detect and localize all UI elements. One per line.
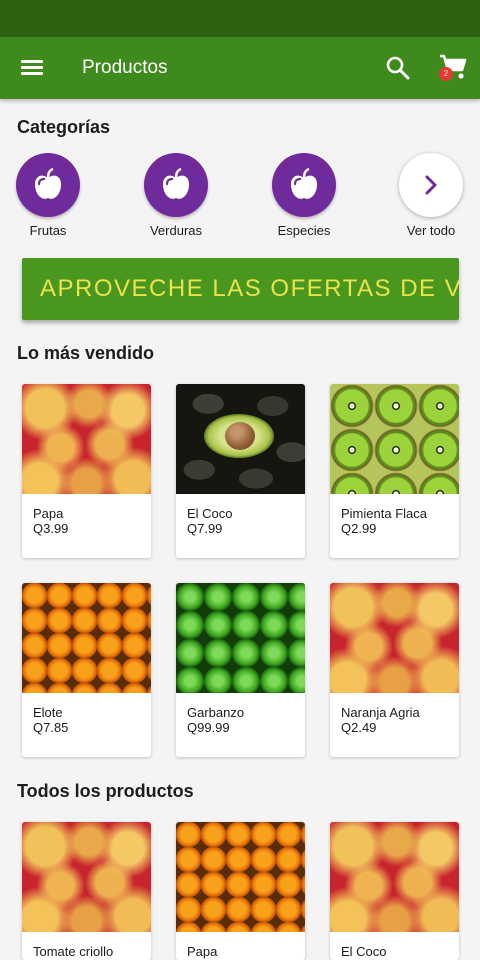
- product-card[interactable]: Pimienta Flaca Q2.99: [330, 384, 459, 558]
- product-card[interactable]: El Coco: [330, 822, 459, 960]
- product-card[interactable]: Tomate criollo: [22, 822, 151, 960]
- category-label: Ver todo: [406, 223, 456, 238]
- page-title: Productos: [82, 57, 168, 78]
- categories-title: Categorías: [17, 117, 111, 137]
- cart-badge: 2: [439, 67, 453, 81]
- app-bar: Productos 2: [0, 37, 480, 99]
- product-price: Q7.99: [187, 521, 223, 536]
- product-card[interactable]: Naranja Agria Q2.49: [330, 583, 459, 757]
- category-label: Frutas: [29, 223, 67, 238]
- product-price: Q99.99: [187, 720, 230, 735]
- chevron-right-icon: [425, 175, 437, 195]
- search-icon[interactable]: [384, 54, 412, 82]
- product-name: Papa: [187, 944, 218, 959]
- best-sellers-title: Lo más vendido: [17, 343, 155, 363]
- product-price: Q7.85: [33, 720, 69, 735]
- cart-button[interactable]: 2: [436, 51, 468, 85]
- category-label: Especies: [277, 223, 331, 238]
- promo-banner[interactable]: APROVECHE LAS OFERTAS DE VERANO: [22, 258, 459, 320]
- all-products-title: Todos los productos: [17, 781, 194, 801]
- product-image: [330, 384, 459, 494]
- product-image: [330, 822, 459, 932]
- menu-icon[interactable]: [18, 54, 46, 82]
- product-card[interactable]: Elote Q7.85: [22, 583, 151, 757]
- product-name: Garbanzo: [187, 705, 245, 720]
- category-verduras[interactable]: Verduras: [131, 153, 221, 238]
- product-card[interactable]: Papa Q3.99: [22, 384, 151, 558]
- apple-icon: [162, 167, 190, 199]
- product-price: Q2.49: [341, 720, 377, 735]
- product-name: El Coco: [187, 506, 233, 521]
- product-image: [22, 384, 151, 494]
- promo-text: APROVECHE LAS OFERTAS DE VERANO: [40, 275, 459, 302]
- product-image: [22, 583, 151, 693]
- category-especies[interactable]: Especies: [259, 153, 349, 238]
- product-card[interactable]: Garbanzo Q99.99: [176, 583, 305, 757]
- apple-icon: [34, 167, 62, 199]
- product-image: [330, 583, 459, 693]
- product-name: Tomate criollo: [33, 944, 114, 959]
- product-price: Q3.99: [33, 521, 69, 536]
- product-image: [176, 384, 305, 494]
- category-label: Verduras: [149, 223, 203, 238]
- product-image: [176, 583, 305, 693]
- product-image: [176, 822, 305, 932]
- product-card[interactable]: El Coco Q7.99: [176, 384, 305, 558]
- product-card[interactable]: Papa: [176, 822, 305, 960]
- product-price: Q2.99: [341, 521, 377, 536]
- status-bar: [0, 0, 480, 37]
- apple-icon: [290, 167, 318, 199]
- product-name: Elote: [33, 705, 63, 720]
- product-name: Naranja Agria: [341, 705, 420, 720]
- category-frutas[interactable]: Frutas: [3, 153, 93, 238]
- product-name: Pimienta Flaca: [341, 506, 427, 521]
- product-name: Papa: [33, 506, 64, 521]
- product-image: [22, 822, 151, 932]
- category-ver-todo[interactable]: Ver todo: [386, 153, 476, 238]
- product-name: El Coco: [341, 944, 387, 959]
